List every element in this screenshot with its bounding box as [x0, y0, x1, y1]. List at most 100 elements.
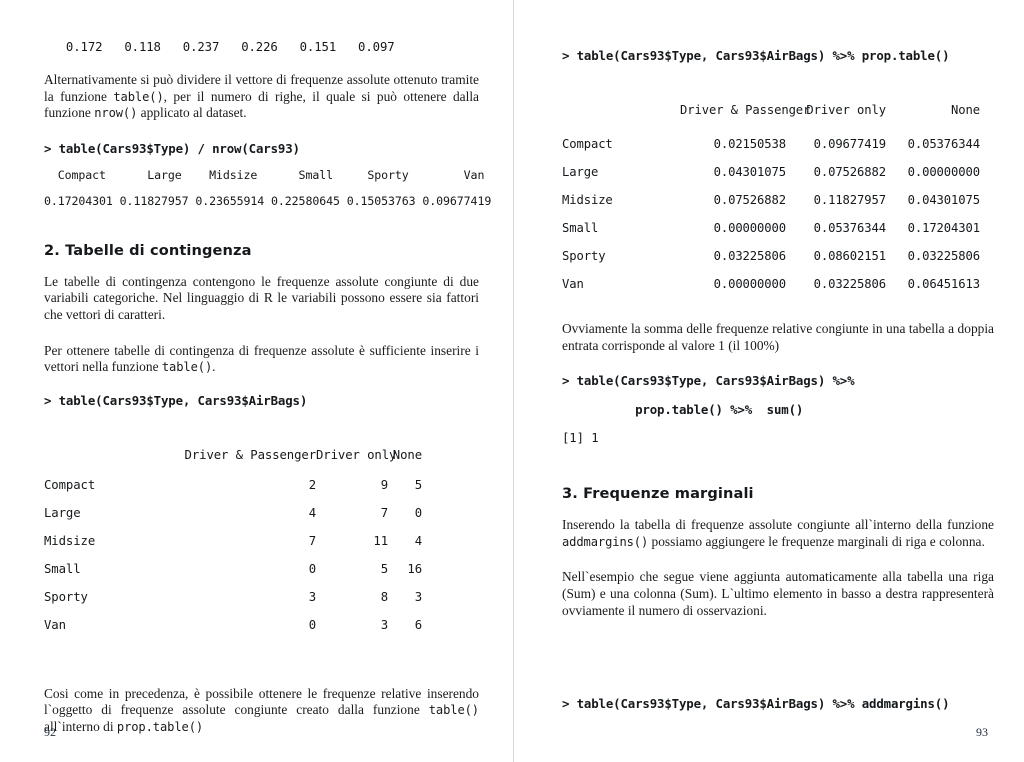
- cell-value: 16: [407, 561, 422, 576]
- row-label: Midsize: [562, 193, 613, 207]
- paragraph-cosi-come: Cosi come in precedenza, è possibile ott…: [44, 685, 479, 734]
- cell-value: 0.05376344: [907, 137, 980, 151]
- page-number-left: 92: [44, 725, 56, 739]
- contingency-counts-table: Driver & Passenger Driver only None Comp…: [44, 448, 479, 646]
- paragraph-nell-esempio: Nell`esempio che segue viene aggiunta au…: [562, 569, 994, 618]
- code-line-addmargins: > table(Cars93$Type, Cars93$AirBags) %>%…: [562, 696, 950, 712]
- table-row: Midsize 0.07526882 0.11827957 0.04301075: [562, 193, 994, 221]
- cell-value: 0.07526882: [713, 193, 786, 207]
- row-label: Compact: [562, 137, 613, 151]
- row-label: Compact: [44, 477, 96, 492]
- cell-value: 7: [380, 505, 388, 520]
- paragraph-tabelle-contingenza: Le tabelle di contingenza contengono le …: [44, 273, 479, 322]
- row-label: Large: [562, 165, 599, 179]
- cell-value: 0.05376344: [813, 221, 886, 235]
- cell-value: 0.09677419: [813, 137, 886, 151]
- table-row: Large 0.04301075 0.07526882 0.00000000: [562, 165, 994, 193]
- column-header-driver-only: Driver only: [316, 447, 397, 462]
- row-label: Small: [44, 561, 81, 576]
- cell-value: 11: [373, 533, 388, 548]
- cell-value: 0: [308, 617, 316, 632]
- cell-value: 0.00000000: [713, 221, 786, 235]
- cell-value: 0.03225806: [713, 249, 786, 263]
- paragraph-alternativamente: Alternativamente si può dividere il vett…: [44, 72, 479, 121]
- column-header-none: None: [392, 447, 422, 462]
- table-row: Compact 0.02150538 0.09677419 0.05376344: [562, 137, 994, 165]
- frequency-table-header: Compact Large Midsize Small Sporty Van: [44, 167, 485, 182]
- table-row: Van 0.00000000 0.03225806 0.06451613: [562, 277, 994, 305]
- inline-code-prop-table: prop.table(): [116, 719, 204, 734]
- cell-value: 0: [414, 505, 422, 520]
- inline-code-table-2: table(): [161, 360, 213, 375]
- cell-value: 8: [380, 589, 388, 604]
- row-label: Van: [562, 277, 584, 291]
- inline-code-table: table(): [113, 89, 164, 104]
- inline-code-table-3: table(): [428, 703, 479, 718]
- row-label: Large: [44, 505, 81, 520]
- table-row: Sporty 3 8 3: [44, 590, 479, 618]
- code-result-sum: [1] 1: [562, 431, 599, 446]
- table-row: Small 0 5 16: [44, 562, 479, 590]
- cell-value: 5: [414, 477, 422, 492]
- code-line-prop-table-sum-2: prop.table() %>% sum(): [562, 402, 804, 418]
- paragraph-per-ottenere: Per ottenere tabelle di contingenza di f…: [44, 342, 479, 375]
- cell-value: 3: [380, 617, 388, 632]
- cell-value: 4: [414, 533, 422, 548]
- cell-value: 3: [414, 589, 422, 604]
- table-row: Sporty 0.03225806 0.08602151 0.03225806: [562, 249, 994, 277]
- cell-value: 9: [380, 477, 388, 492]
- cell-value: 5: [380, 561, 388, 576]
- frequency-table-values: 0.17204301 0.11827957 0.23655914 0.22580…: [44, 193, 492, 208]
- cell-value: 0.00000000: [907, 165, 980, 179]
- table-row: Van 0 3 6: [44, 618, 479, 646]
- column-header-driver-passenger: Driver & Passenger: [184, 447, 317, 462]
- contingency-proportions-table: Driver & Passenger Driver only None Comp…: [562, 103, 994, 305]
- paragraph-inserendo-tabella: Inserendo la tabella di frequenze assolu…: [562, 517, 994, 549]
- heading-tabelle-di-contingenza: 2. Tabelle di contingenza: [44, 241, 252, 259]
- page-number-right: 93: [976, 725, 988, 739]
- column-header-driver-only: Driver only: [806, 103, 886, 117]
- cell-value: 2: [308, 477, 316, 492]
- column-header-driver-passenger: Driver & Passenger: [680, 103, 811, 117]
- cell-value: 0: [308, 561, 316, 576]
- relative-frequency-short-output: 0.172 0.118 0.237 0.226 0.151 0.097: [44, 40, 395, 54]
- cell-value: 0.11827957: [813, 193, 886, 207]
- cell-value: 0.03225806: [907, 249, 980, 263]
- row-label: Sporty: [44, 589, 88, 604]
- code-line-prop-table: > table(Cars93$Type, Cars93$AirBags) %>%…: [562, 48, 950, 63]
- cell-value: 0.08602151: [813, 249, 886, 263]
- cell-value: 0.04301075: [907, 193, 980, 207]
- code-line-prop-table-sum-1: > table(Cars93$Type, Cars93$AirBags) %>%: [562, 373, 855, 389]
- row-label: Midsize: [44, 533, 96, 548]
- heading-frequenze-marginali: 3. Frequenze marginali: [562, 485, 754, 503]
- row-label: Van: [44, 617, 66, 632]
- cell-value: 0.04301075: [713, 165, 786, 179]
- table-row: Compact 2 9 5: [44, 478, 479, 506]
- cell-value: 0.06451613: [907, 277, 980, 291]
- code-line-table-type-airbags: > table(Cars93$Type, Cars93$AirBags): [44, 392, 308, 408]
- table-row: Large 4 7 0: [44, 506, 479, 534]
- table-header-row: Driver & Passenger Driver only None: [562, 103, 994, 137]
- cell-value: 0.02150538: [713, 137, 786, 151]
- table-row: Midsize 7 11 4: [44, 534, 479, 562]
- code-line-table-nrow: > table(Cars93$Type) / nrow(Cars93): [44, 140, 300, 156]
- table-header-row: Driver & Passenger Driver only None: [44, 448, 479, 478]
- row-label: Small: [562, 221, 599, 235]
- cell-value: 7: [308, 533, 316, 548]
- cell-value: 0.03225806: [813, 277, 886, 291]
- cell-value: 6: [414, 617, 422, 632]
- inline-code-addmargins: addmargins(): [562, 534, 649, 549]
- row-label: Sporty: [562, 249, 606, 263]
- cell-value: 4: [308, 505, 316, 520]
- cell-value: 0.17204301: [907, 221, 980, 235]
- column-header-none: None: [951, 103, 980, 117]
- cell-value: 0.00000000: [713, 277, 786, 291]
- page-left: 0.172 0.118 0.237 0.226 0.151 0.097 Alte…: [0, 0, 513, 762]
- page-right: > table(Cars93$Type, Cars93$AirBags) %>%…: [514, 0, 1024, 762]
- inline-code-nrow: nrow(): [94, 106, 138, 121]
- book-spread: 0.172 0.118 0.237 0.226 0.151 0.097 Alte…: [0, 0, 1024, 762]
- cell-value: 0.07526882: [813, 165, 886, 179]
- cell-value: 3: [308, 589, 316, 604]
- paragraph-ovviamente-somma: Ovviamente la somma delle frequenze rela…: [562, 321, 994, 353]
- table-row: Small 0.00000000 0.05376344 0.17204301: [562, 221, 994, 249]
